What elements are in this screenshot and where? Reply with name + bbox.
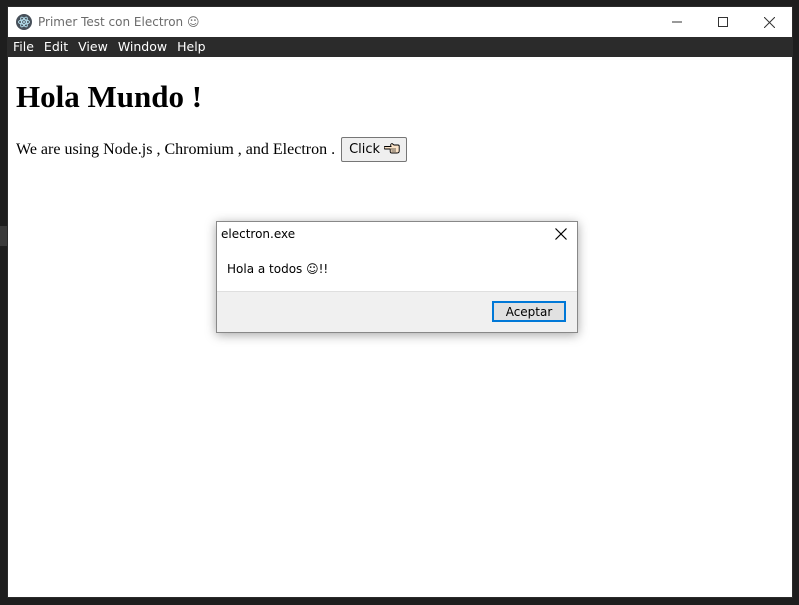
- dialog-message-area: Hola a todos ☺!!: [217, 246, 577, 292]
- intro-paragraph: We are using Node.js , Chromium , and El…: [16, 137, 784, 162]
- close-icon: [763, 16, 775, 28]
- page-content: Hola Mundo ! We are using Node.js , Chro…: [8, 79, 792, 162]
- dialog-message: Hola a todos ☺!!: [227, 262, 329, 276]
- menu-edit[interactable]: Edit: [39, 37, 73, 57]
- window-title: Primer Test con Electron ☺: [38, 15, 200, 29]
- title-bar[interactable]: Primer Test con Electron ☺: [8, 7, 792, 37]
- click-button[interactable]: Click: [341, 137, 408, 162]
- dialog-footer: Aceptar: [217, 291, 577, 332]
- window-controls: [654, 7, 792, 37]
- dialog-close-button[interactable]: [545, 222, 577, 246]
- page-heading: Hola Mundo !: [16, 79, 203, 114]
- menu-window[interactable]: Window: [113, 37, 172, 57]
- maximize-button[interactable]: [700, 7, 746, 37]
- menu-bar: File Edit View Window Help: [8, 37, 792, 57]
- minimize-icon: [672, 21, 682, 23]
- message-dialog: electron.exe Hola a todos ☺!! Aceptar: [216, 221, 578, 333]
- dialog-title-bar[interactable]: electron.exe: [217, 222, 577, 246]
- menu-help[interactable]: Help: [172, 37, 211, 57]
- accept-button[interactable]: Aceptar: [492, 301, 566, 322]
- electron-logo-icon: [16, 14, 32, 30]
- close-button[interactable]: [746, 7, 792, 37]
- maximize-icon: [718, 17, 728, 27]
- minimize-button[interactable]: [654, 7, 700, 37]
- dialog-title: electron.exe: [221, 227, 296, 241]
- click-button-label: Click: [349, 142, 381, 157]
- close-icon: [555, 228, 567, 240]
- intro-text: We are using Node.js , Chromium , and El…: [16, 140, 336, 158]
- menu-file[interactable]: File: [8, 37, 39, 57]
- menu-view[interactable]: View: [73, 37, 113, 57]
- hand-pointing-left-icon: [383, 141, 400, 159]
